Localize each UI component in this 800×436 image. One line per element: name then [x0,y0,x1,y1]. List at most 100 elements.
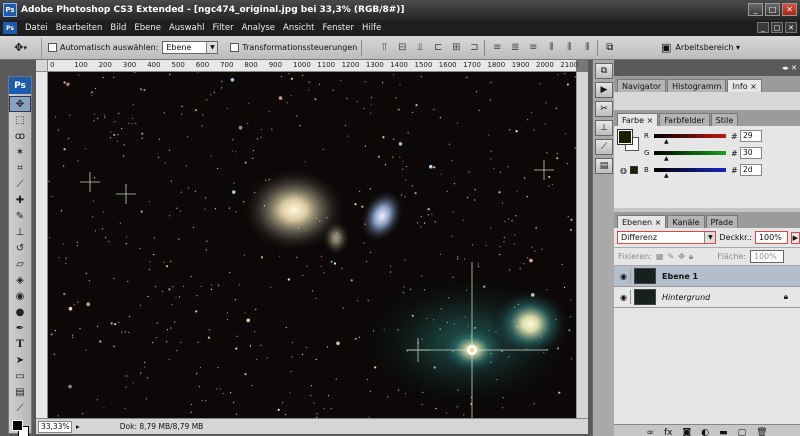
close-button[interactable]: ✕ [782,3,797,16]
tab-styles[interactable]: Stile [710,113,739,126]
dodge-tool-icon[interactable]: ● [9,304,31,320]
layer-name[interactable]: Ebene 1 [662,272,698,281]
tab-swatches[interactable]: Farbfelder [659,113,710,126]
tab-histogram[interactable]: Histogramm [667,79,727,92]
align-vcenter-icon[interactable]: ⊟ [396,42,408,54]
tab-layers[interactable]: Ebenen × [617,215,667,228]
fill-field[interactable]: 100% [750,250,784,263]
layer-style-icon[interactable]: fx [664,428,673,436]
new-layer-icon[interactable]: ▢ [738,428,747,436]
blend-mode-dropdown[interactable]: Differenz ▼ [617,231,717,244]
distribute-bottom-icon[interactable]: ≡ [527,42,539,54]
doc-restore-button[interactable]: □ [771,22,783,33]
paint-bucket-tool-icon[interactable]: ◈ [9,272,31,288]
type-tool-icon[interactable]: T [9,336,31,352]
menu-analyse[interactable]: Analyse [238,23,279,33]
visibility-eye-icon[interactable]: ◉ [617,269,631,283]
pen-tool-icon[interactable]: ✒ [9,320,31,336]
layer-row-ebene-1[interactable]: ◉ Ebene 1 [614,266,800,287]
marquee-tool-icon[interactable]: ⬚ [9,112,31,128]
channel-value-field[interactable]: 29 [740,130,762,142]
delete-layer-icon[interactable]: 🗑︎ [756,428,767,436]
shape-tool-icon[interactable]: ▭ [9,368,31,384]
auto-select-checkbox[interactable] [48,43,57,52]
foreground-color-swatch[interactable] [12,420,23,431]
color-swatches[interactable] [9,418,31,436]
magic-wand-tool-icon[interactable]: ✶ [9,144,31,160]
distribute-left-icon[interactable]: ⦀ [545,42,557,54]
menu-datei[interactable]: Datei [21,23,52,33]
maximize-button[interactable]: □ [765,3,780,16]
doc-minimize-button[interactable]: _ [757,22,769,33]
align-left-icon[interactable]: ⊏ [432,42,444,54]
notes-tool-icon[interactable]: ▤ [9,384,31,400]
menu-auswahl[interactable]: Auswahl [165,23,209,33]
brushes-panel-icon[interactable]: ⟋ [595,139,613,155]
crop-tool-icon[interactable]: ⌗ [9,160,31,176]
workspace-switcher[interactable]: ▣ Arbeitsbereich ▾ [661,41,740,54]
actions-panel-icon[interactable]: ▶ [595,82,613,98]
eyedropper-tool-icon[interactable]: ⟋ [9,176,31,192]
blur-tool-icon[interactable]: ◉ [9,288,31,304]
transform-controls-checkbox[interactable] [230,43,240,52]
new-group-icon[interactable]: ▬ [719,428,728,436]
layer-mask-icon[interactable]: ◙ [682,428,691,436]
doc-close-button[interactable]: ✕ [785,22,797,33]
auto-align-icon[interactable]: ⧉ [606,42,613,53]
slider-thumb-icon[interactable]: ▲ [664,155,669,162]
lock-pixels-icon[interactable]: ✎ [667,252,674,261]
horizontal-ruler[interactable]: 0 100 200 300 400 500 600 700 800 900 1000 1100 1200… [48,60,578,72]
ruler-origin[interactable] [36,60,48,72]
slider-thumb-icon[interactable]: ▲ [664,138,669,145]
tab-channels[interactable]: Kanäle [667,215,705,228]
layer-row-background[interactable]: ◉ Hintergrund 🔒︎ [614,287,800,308]
align-top-icon[interactable]: ⫪ [378,42,390,54]
image-canvas[interactable] [48,72,576,418]
menu-bearbeiten[interactable]: Bearbeiten [52,23,107,33]
align-right-icon[interactable]: ⊐ [468,42,480,54]
move-tool-icon[interactable]: ✥ [9,96,31,112]
eyedropper-3d-tool-icon[interactable]: ⟋ [9,400,31,416]
auto-select-dropdown[interactable]: Ebene ▼ [162,41,219,54]
healing-brush-tool-icon[interactable]: ✚ [9,192,31,208]
minimize-button[interactable]: _ [748,3,763,16]
brush-tool-icon[interactable]: ✎ [9,208,31,224]
path-selection-tool-icon[interactable]: ➤ [9,352,31,368]
channel-value-field[interactable]: 2d [740,164,762,176]
tab-navigator[interactable]: Navigator [617,79,667,92]
layer-comps-icon[interactable]: ▤ [595,158,613,174]
distribute-right-icon[interactable]: ⦀ [581,42,593,54]
foreground-color-chip[interactable] [617,129,633,145]
lock-transparency-icon[interactable]: ▦ [656,252,664,261]
clone-source-icon[interactable]: ⊥ [595,120,613,136]
visibility-eye-icon[interactable]: ◉ [617,290,631,304]
close-icon[interactable]: × [647,116,654,125]
close-icon[interactable]: × [750,82,757,91]
history-panel-icon[interactable]: ⧉ [595,63,613,79]
adjustment-layer-icon[interactable]: ◐ [701,428,709,436]
layer-name[interactable]: Hintergrund [662,293,710,302]
tab-color[interactable]: Farbe × [617,113,659,126]
channel-value-field[interactable]: 30 [740,147,762,159]
link-layers-icon[interactable]: ∞ [646,428,654,436]
tools-presets-icon[interactable]: ✂ [595,101,613,117]
opacity-slider-arrow-icon[interactable]: ▶ [790,231,800,244]
menu-hilfe[interactable]: Hilfe [358,23,385,33]
menu-bild[interactable]: Bild [106,23,130,33]
distribute-vcenter-icon[interactable]: ≣ [509,42,521,54]
menu-filter[interactable]: Filter [209,23,238,33]
lock-position-icon[interactable]: ✥ [678,252,685,261]
vertical-ruler[interactable] [36,72,48,418]
lasso-tool-icon[interactable]: ꝏ [9,128,31,144]
opacity-field[interactable]: 100% [754,231,788,244]
tab-info[interactable]: Info × [727,79,762,92]
panel-collapse-bar[interactable]: ◂▸ ✕ [614,60,800,76]
menu-fenster[interactable]: Fenster [318,23,358,33]
zoom-level-field[interactable]: 33,33% [38,420,72,433]
align-hcenter-icon[interactable]: ⊞ [450,42,462,54]
align-bottom-icon[interactable]: ⫫ [414,42,426,54]
app-menu-icon[interactable]: Ps [3,22,17,34]
eraser-tool-icon[interactable]: ▱ [9,256,31,272]
distribute-hcenter-icon[interactable]: ⦀ [563,42,575,54]
tool-preset-picker[interactable]: ✥ ▾ [0,37,42,58]
